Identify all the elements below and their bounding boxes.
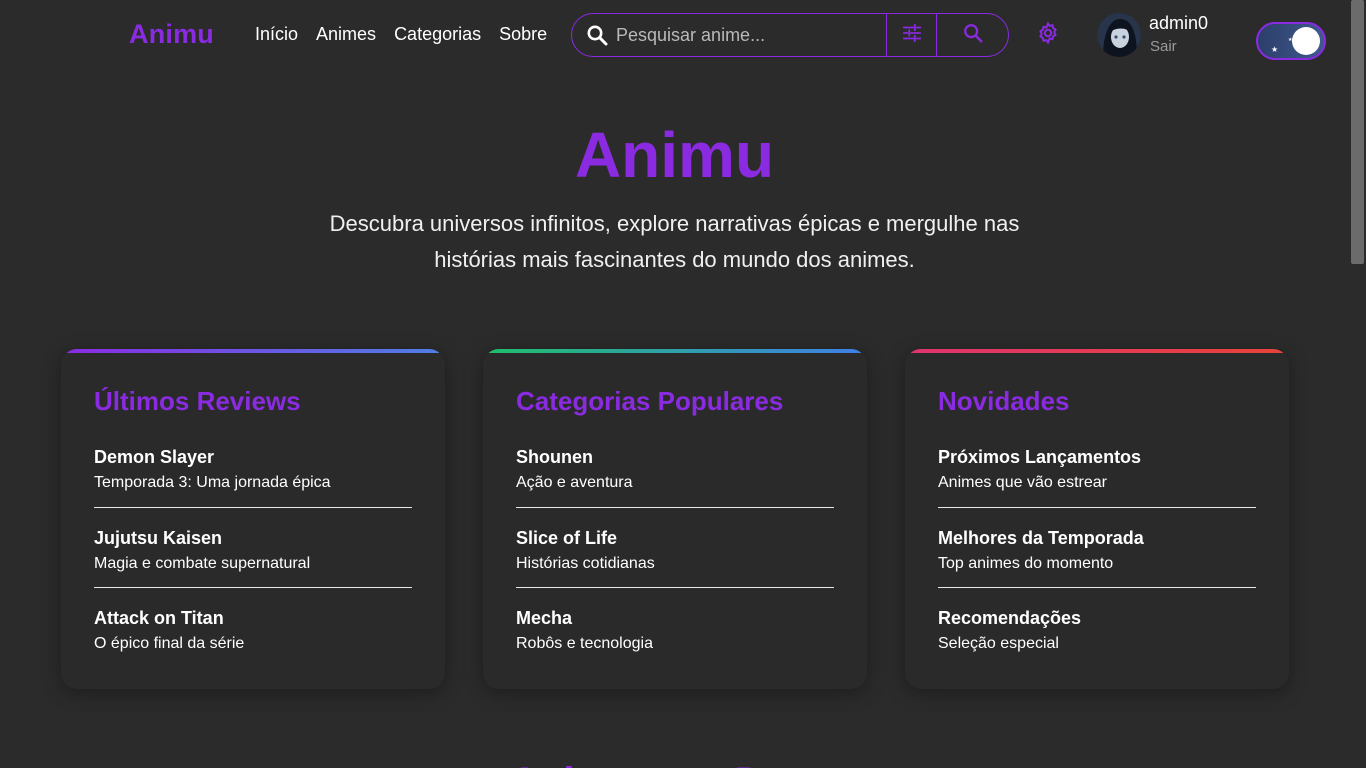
scrollbar-thumb[interactable] [1351, 0, 1364, 264]
list-item[interactable]: Slice of Life Histórias cotidianas [516, 528, 834, 573]
top-navbar: Animu Início Animes Categorias Sobre Pes… [0, 0, 1349, 70]
item-subtitle: Histórias cotidianas [516, 555, 655, 572]
hero-title: Animu [574, 119, 775, 191]
nav-link-categorias[interactable]: Categorias [394, 24, 481, 45]
divider [938, 587, 1256, 588]
item-title: Melhores da Temporada [938, 528, 1144, 548]
section-title-partial: Animes em D [510, 760, 763, 768]
list-item[interactable]: Recomendações Seleção especial [938, 608, 1256, 653]
divider [516, 507, 834, 508]
user-name: admin0 [1149, 13, 1209, 33]
nav-link-animes[interactable]: Animes [316, 24, 376, 45]
item-subtitle: Temporada 3: Uma jornada épica [94, 474, 331, 491]
item-subtitle: Top animes do momento [938, 555, 1114, 572]
card-title: Últimos Reviews [94, 386, 301, 416]
logout-link[interactable]: Sair [1150, 38, 1177, 55]
nav-link-inicio[interactable]: Início [255, 24, 298, 45]
list-item[interactable]: Mecha Robôs e tecnologia [516, 608, 834, 653]
list-item[interactable]: Melhores da Temporada Top animes do mome… [938, 528, 1256, 573]
item-title: Mecha [516, 608, 573, 628]
nav-link-sobre[interactable]: Sobre [499, 24, 547, 45]
item-subtitle: Robôs e tecnologia [516, 635, 653, 652]
item-subtitle: Animes que vão estrear [938, 474, 1107, 491]
divider [516, 587, 834, 588]
item-title: Demon Slayer [94, 447, 215, 467]
list-item[interactable]: Demon Slayer Temporada 3: Uma jornada ép… [94, 447, 412, 492]
card-accent-bar [61, 349, 445, 353]
list-item[interactable]: Jujutsu Kaisen Magia e combate supernatu… [94, 528, 412, 573]
item-title: Attack on Titan [94, 608, 224, 628]
divider [94, 587, 412, 588]
item-title: Slice of Life [516, 528, 618, 548]
site-logo[interactable]: Animu [129, 19, 214, 50]
card-popular-categories: Categorias Populares Shounen Ação e aven… [483, 349, 867, 689]
card-news: Novidades Próximos Lançamentos Animes qu… [905, 349, 1289, 689]
search-input[interactable] [616, 14, 886, 56]
gear-icon [1036, 20, 1060, 50]
user-avatar[interactable] [1097, 13, 1141, 57]
item-subtitle: O épico final da série [94, 635, 245, 652]
card-latest-reviews: Últimos Reviews Demon Slayer Temporada 3… [61, 349, 445, 689]
item-subtitle: Seleção especial [938, 635, 1059, 652]
item-subtitle: Ação e aventura [516, 474, 633, 491]
card-accent-bar [905, 349, 1289, 353]
divider [94, 507, 412, 508]
page-scrollbar[interactable] [1349, 0, 1366, 768]
list-item[interactable]: Próximos Lançamentos Animes que vão estr… [938, 447, 1256, 492]
item-title: Recomendações [938, 608, 1082, 628]
search-icon [572, 14, 616, 56]
card-title: Categorias Populares [516, 386, 784, 416]
search-bar [571, 13, 1009, 57]
list-item[interactable]: Attack on Titan O épico final da série [94, 608, 412, 653]
toggle-knob [1292, 27, 1320, 55]
filter-button[interactable] [886, 14, 936, 56]
search-submit-button[interactable] [936, 14, 1008, 56]
star-icon: ★ [1271, 45, 1279, 54]
card-accent-bar [483, 349, 867, 353]
theme-toggle[interactable]: ★ ★ [1256, 22, 1326, 60]
divider [938, 507, 1256, 508]
item-subtitle: Magia e combate supernatural [94, 555, 311, 572]
hero-subtitle: Descubra universos infinitos, explore na… [329, 211, 1020, 272]
settings-button[interactable] [1034, 20, 1062, 50]
item-title: Shounen [516, 447, 593, 467]
filter-sliders-icon [901, 22, 923, 49]
main-nav: Início Animes Categorias Sobre [255, 24, 547, 45]
item-title: Jujutsu Kaisen [94, 528, 223, 548]
list-item[interactable]: Shounen Ação e aventura [516, 447, 834, 492]
card-title: Novidades [938, 386, 1070, 416]
item-title: Próximos Lançamentos [938, 447, 1142, 467]
search-submit-icon [962, 22, 984, 49]
